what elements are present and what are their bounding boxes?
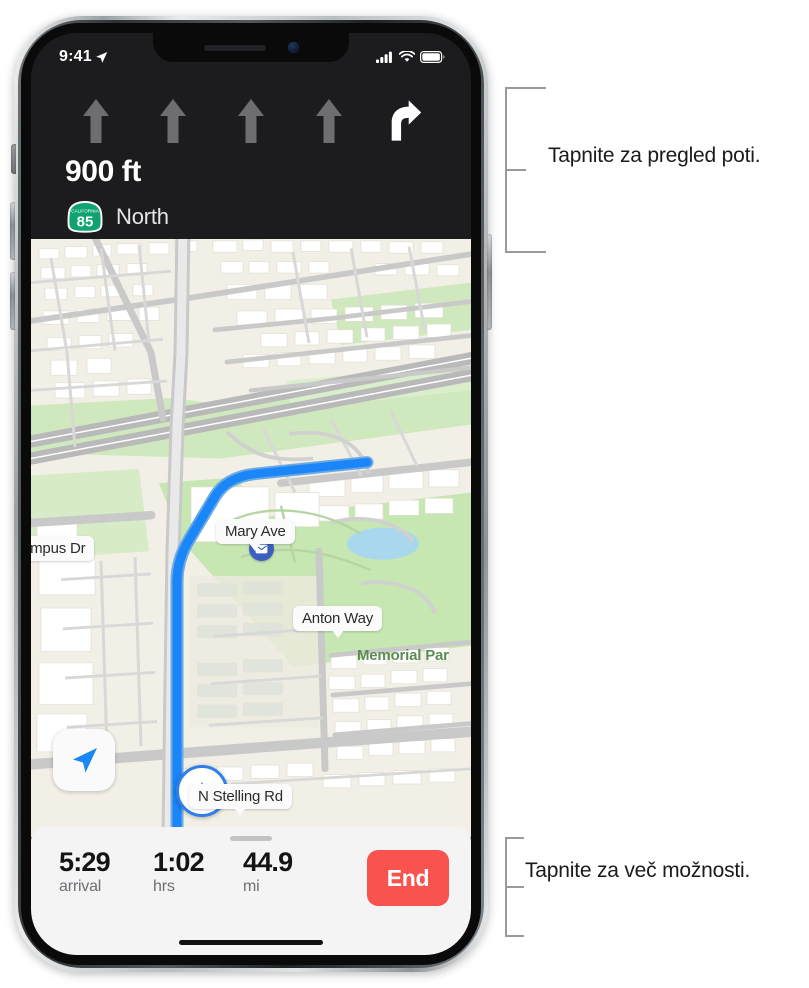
map-label-mary-ave: Mary Ave bbox=[216, 519, 295, 551]
power-button[interactable] bbox=[487, 234, 492, 330]
shield-number: 85 bbox=[77, 213, 94, 230]
callout-text-top: Tapnite za pregled poti. bbox=[548, 144, 761, 167]
status-bar-left: 9:41 bbox=[59, 48, 108, 66]
volume-down-button[interactable] bbox=[10, 272, 15, 330]
map-label-anton-way: Anton Way bbox=[293, 606, 383, 638]
speaker-grille bbox=[203, 44, 266, 51]
status-time-label: 9:41 bbox=[59, 48, 92, 65]
stat-distance-value: 44.9 bbox=[243, 847, 293, 877]
stat-distance-label: mi bbox=[243, 877, 260, 895]
stat-duration: 1:02 hrs bbox=[153, 848, 243, 896]
device-screen: 900 ft CALIFORNIA 85 North 9:41 mpus Dr … bbox=[31, 33, 471, 955]
callout-text-bottom: Tapnite za več možnosti. bbox=[525, 859, 751, 882]
iphone-device-frame: 900 ft CALIFORNIA 85 North 9:41 mpus Dr … bbox=[10, 16, 492, 972]
stat-distance: 44.9 mi bbox=[243, 848, 339, 896]
map-label-campus-dr: ampus Dr bbox=[31, 536, 95, 561]
lane-straight-icon-3 bbox=[237, 99, 264, 143]
callout-bracket-bottom bbox=[505, 837, 524, 937]
status-bar-right bbox=[376, 51, 445, 63]
lane-turn-right-icon bbox=[391, 100, 422, 141]
road-info-row: CALIFORNIA 85 North bbox=[65, 200, 169, 234]
distance-to-maneuver: 900 ft bbox=[65, 155, 141, 188]
battery-full-icon bbox=[420, 51, 445, 63]
map-label-n-stelling-rd: N Stelling Rd bbox=[189, 784, 292, 816]
lane-straight-icon-2 bbox=[160, 99, 187, 143]
stat-arrival-label: arrival bbox=[59, 877, 102, 895]
recenter-location-button[interactable] bbox=[53, 729, 115, 791]
device-notch bbox=[153, 33, 349, 62]
cellular-bars-icon bbox=[376, 51, 392, 63]
front-camera-icon bbox=[287, 42, 299, 53]
road-name-label: North bbox=[116, 204, 169, 229]
stat-duration-label: hrs bbox=[153, 877, 175, 895]
route-shield-badge: CALIFORNIA 85 bbox=[65, 200, 105, 234]
stat-duration-value: 1:02 bbox=[153, 847, 205, 877]
home-indicator[interactable] bbox=[179, 940, 323, 945]
silent-switch[interactable] bbox=[11, 144, 16, 174]
volume-up-button[interactable] bbox=[10, 202, 15, 260]
stat-arrival-value: 5:29 bbox=[59, 847, 111, 877]
location-arrow-icon bbox=[73, 748, 97, 773]
sheet-grabber-handle[interactable] bbox=[230, 836, 272, 841]
callout-bracket-top bbox=[505, 87, 546, 253]
end-navigation-button[interactable]: End bbox=[367, 850, 449, 906]
sheet-content: 5:29 arrival 1:02 hrs 44.9 mi End bbox=[59, 848, 449, 906]
wifi-icon bbox=[399, 51, 415, 62]
stat-arrival: 5:29 arrival bbox=[59, 848, 153, 896]
location-arrow-icon bbox=[96, 51, 108, 63]
lane-straight-icon-4 bbox=[315, 99, 342, 143]
lane-guidance-row bbox=[31, 93, 471, 149]
map-label-memorial-park: Memorial Par bbox=[357, 647, 449, 664]
lane-straight-icon-1 bbox=[82, 99, 109, 143]
map-canvas[interactable]: ampus Dr Mary Ave Anton Way N Stelling R… bbox=[31, 239, 471, 837]
trip-status-sheet[interactable]: 5:29 arrival 1:02 hrs 44.9 mi End bbox=[31, 827, 471, 955]
